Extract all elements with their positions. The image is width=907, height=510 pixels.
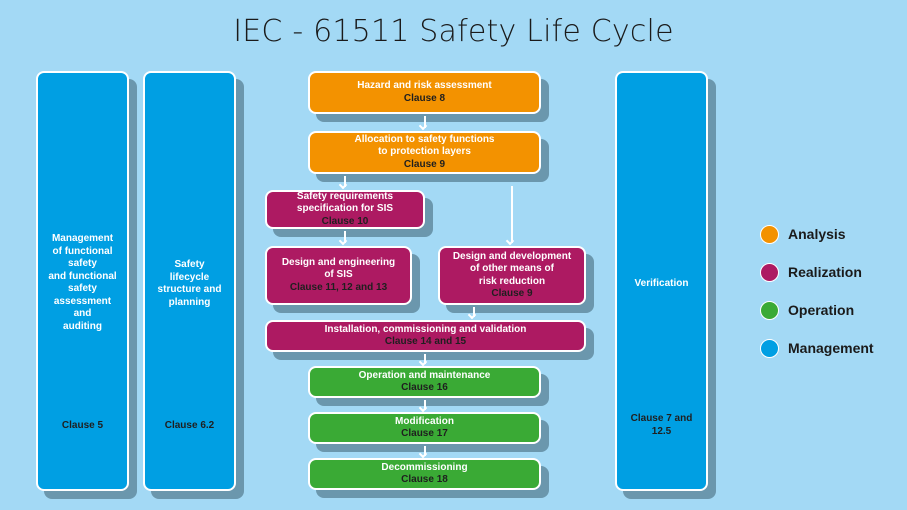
- verification-column: Verification Clause 7 and 12.5: [615, 71, 708, 491]
- text-line: of functional: [52, 245, 113, 257]
- diagram-title: IEC - 61511 Safety Life Cycle: [233, 14, 674, 49]
- arrow-down-icon: [344, 176, 346, 187]
- text-line: auditing: [63, 320, 102, 332]
- text-line: structure and: [157, 284, 222, 295]
- step-clause: Clause 16: [401, 382, 448, 393]
- step-clause: Clause 10: [321, 215, 369, 227]
- step-label: Safety requirements: [296, 190, 394, 202]
- step-safety-requirements-specification: Safety requirements specification for SI…: [265, 190, 425, 229]
- step-label: Design and development: [452, 250, 572, 262]
- arrow-down-icon: [511, 186, 513, 243]
- text-line: safety: [68, 283, 97, 294]
- step-label: of SIS: [324, 269, 353, 281]
- step-clause: Clause 8: [403, 92, 446, 104]
- step-label: Allocation to safety functions: [354, 133, 495, 145]
- step-label: to protection layers: [378, 146, 471, 158]
- step-clause: Clause 9: [491, 288, 533, 299]
- step-label: of other means of: [470, 263, 554, 274]
- text-line: 12.5: [651, 425, 672, 437]
- step-allocation: Allocation to safety functions to protec…: [308, 131, 541, 174]
- text-line: Management: [51, 233, 114, 244]
- step-label: Installation, commissioning and validati…: [324, 323, 527, 335]
- legend-label: Operation: [788, 302, 855, 318]
- step-clause: Clause 18: [401, 474, 448, 485]
- text-line: and: [73, 308, 92, 319]
- step-design-other-risk-reduction: Design and development of other means of…: [438, 246, 586, 305]
- step-decommissioning: Decommissioning Clause 18: [308, 458, 541, 490]
- legend-item-realization: Realization: [760, 253, 874, 291]
- legend-label: Analysis: [788, 226, 846, 242]
- analysis-color-dot-icon: [760, 224, 779, 244]
- step-label: Operation and maintenance: [358, 369, 491, 381]
- verification-column-clause: Clause 7 and 12.5: [617, 413, 706, 438]
- verification-column-text: Verification: [634, 278, 689, 289]
- step-design-engineering-sis: Design and engineering of SIS Clause 11,…: [265, 246, 412, 305]
- management-column-text: Management of functional safety and func…: [38, 233, 127, 333]
- step-label: Decommissioning: [381, 461, 468, 473]
- arrow-down-icon: [424, 116, 426, 128]
- step-clause: Clause 14 and 15: [384, 336, 467, 347]
- arrow-down-icon: [424, 446, 426, 456]
- realization-color-dot-icon: [760, 262, 779, 282]
- planning-column-text: Safety lifecycle structure and planning: [145, 259, 234, 309]
- text-line: lifecycle: [169, 271, 210, 283]
- arrow-down-icon: [424, 354, 426, 364]
- operation-color-dot-icon: [760, 300, 779, 320]
- step-label: Modification: [395, 415, 454, 427]
- management-column-clause: Clause 5: [61, 420, 104, 431]
- step-label: Hazard and risk assessment: [357, 80, 492, 91]
- step-clause: Clause 17: [401, 428, 448, 439]
- text-line: and functional: [48, 270, 117, 282]
- legend-item-analysis: Analysis: [760, 215, 874, 253]
- text-line: Clause 7 and: [630, 413, 693, 424]
- legend-item-management: Management: [760, 329, 874, 367]
- management-column: Management of functional safety and func…: [36, 71, 129, 491]
- management-color-dot-icon: [760, 338, 779, 358]
- arrow-down-icon: [473, 307, 475, 317]
- step-modification: Modification Clause 17: [308, 412, 541, 444]
- step-installation-commissioning-validation: Installation, commissioning and validati…: [265, 320, 586, 352]
- legend-label: Management: [788, 340, 874, 356]
- step-label: specification for SIS: [296, 203, 394, 215]
- text-line: safety: [68, 258, 97, 269]
- text-line: Safety: [174, 259, 205, 270]
- step-label: Design and engineering: [281, 256, 396, 268]
- step-clause: Clause 11, 12 and 13: [289, 281, 388, 293]
- legend: Analysis Realization Operation Managemen…: [760, 215, 874, 367]
- step-hazard-risk-assessment: Hazard and risk assessment Clause 8: [308, 71, 541, 114]
- arrow-down-icon: [424, 400, 426, 410]
- step-clause: Clause 9: [403, 158, 446, 170]
- text-line: assessment: [53, 295, 112, 307]
- legend-item-operation: Operation: [760, 291, 874, 329]
- planning-column: Safety lifecycle structure and planning …: [143, 71, 236, 491]
- arrow-down-icon: [344, 231, 346, 243]
- step-label: risk reduction: [478, 275, 546, 287]
- step-operation-maintenance: Operation and maintenance Clause 16: [308, 366, 541, 398]
- planning-column-clause: Clause 6.2: [164, 420, 215, 431]
- text-line: planning: [168, 296, 211, 308]
- legend-label: Realization: [788, 264, 862, 280]
